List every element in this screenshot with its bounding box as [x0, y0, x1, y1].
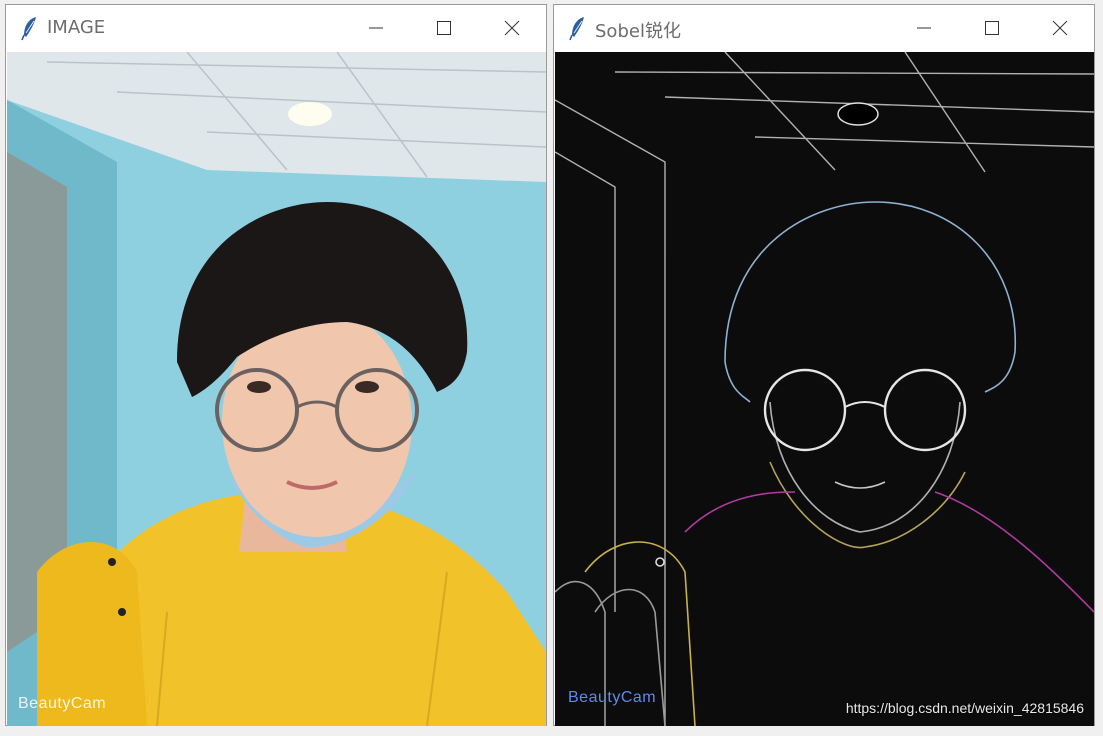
sobel-window[interactable]: Sobel锐化 BeautyCam https://blog.csdn.net/…: [553, 4, 1095, 726]
minimize-button[interactable]: [346, 5, 406, 51]
beautycam-watermark: BeautyCam: [18, 695, 107, 712]
maximize-button[interactable]: [414, 5, 474, 51]
title-bar[interactable]: IMAGE: [6, 5, 546, 51]
maximize-button[interactable]: [962, 5, 1022, 51]
close-button[interactable]: [482, 5, 542, 51]
image-window[interactable]: IMAGE BeautyCam: [5, 4, 547, 726]
sobel-edge-image: [555, 52, 1094, 726]
blog-url-watermark: https://blog.csdn.net/weixin_42815846: [845, 700, 1084, 716]
feather-icon: [569, 17, 584, 41]
window-title: Sobel锐化: [595, 21, 681, 42]
maximize-icon: [985, 21, 999, 35]
minimize-icon: [917, 27, 931, 29]
beautycam-watermark: BeautyCam: [568, 689, 657, 706]
minimize-icon: [369, 27, 383, 29]
title-bar[interactable]: Sobel锐化: [554, 5, 1094, 51]
original-photo: [7, 52, 546, 726]
close-button[interactable]: [1030, 5, 1090, 51]
feather-icon: [21, 17, 36, 41]
window-title: IMAGE: [47, 17, 106, 38]
close-icon: [1052, 20, 1068, 36]
close-icon: [504, 20, 520, 36]
maximize-icon: [437, 21, 451, 35]
minimize-button[interactable]: [894, 5, 954, 51]
